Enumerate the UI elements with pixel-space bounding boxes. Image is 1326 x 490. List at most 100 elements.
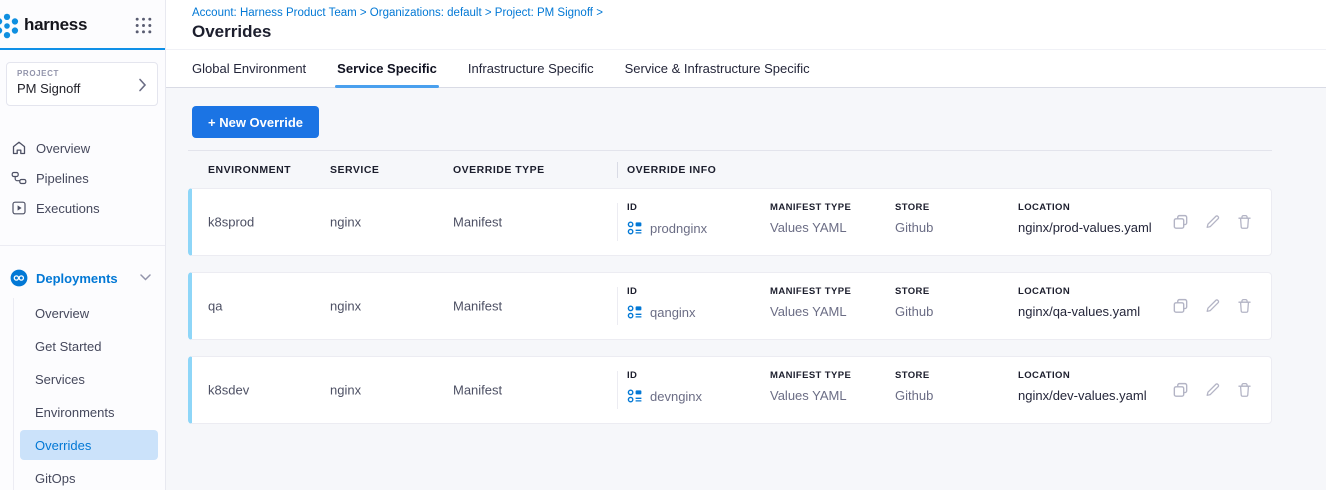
table-row[interactable]: qa nginx Manifest ID qanginx: [188, 272, 1272, 340]
tab-infrastructure-specific[interactable]: Infrastructure Specific: [468, 50, 594, 87]
manifest-type-value: Values YAML: [770, 304, 851, 319]
manifest-type-value: Values YAML: [770, 388, 851, 403]
sidebar-item-label: Deployments: [36, 271, 118, 286]
brand-name: harness: [24, 15, 87, 35]
sidebar-item-overview[interactable]: Overview: [0, 133, 165, 163]
chevron-right-icon: [138, 78, 147, 92]
deployments-icon: [10, 269, 28, 287]
service-value: nginx: [330, 383, 361, 398]
table-row[interactable]: k8sprod nginx Manifest ID prodnginx: [188, 188, 1272, 256]
sidebar-subitem-services[interactable]: Services: [20, 364, 158, 394]
service-value: nginx: [330, 215, 361, 230]
location-value: nginx/qa-values.yaml: [1018, 304, 1140, 319]
column-header-override-info: OVERRIDE INFO: [627, 164, 716, 176]
harness-logo-icon: [0, 12, 21, 40]
store-group: STORE Github: [895, 286, 933, 319]
location-group: LOCATION nginx/dev-values.yaml: [1018, 370, 1147, 403]
sidebar-subitem-label: Environments: [35, 405, 114, 420]
override-type-value: Manifest: [453, 299, 502, 314]
sidebar-subitem-overrides[interactable]: Overrides: [20, 430, 158, 460]
sidebar-header: harness: [0, 0, 165, 50]
manifest-type-group: MANIFEST TYPE Values YAML: [770, 202, 851, 235]
project-selector[interactable]: PROJECT PM Signoff: [6, 62, 158, 106]
manifest-type-value: Values YAML: [770, 220, 851, 235]
tab-global-environment[interactable]: Global Environment: [192, 50, 306, 87]
service-value: nginx: [330, 299, 361, 314]
edit-icon[interactable]: [1204, 298, 1221, 315]
sidebar-subitem-label: Get Started: [35, 339, 101, 354]
sidebar-item-label: Overview: [36, 141, 90, 156]
override-type-value: Manifest: [453, 215, 502, 230]
new-override-button[interactable]: + New Override: [192, 106, 319, 138]
environment-value: qa: [208, 299, 222, 314]
edit-icon[interactable]: [1204, 214, 1221, 231]
manifest-type-group: MANIFEST TYPE Values YAML: [770, 286, 851, 319]
sidebar-item-label: Pipelines: [36, 171, 89, 186]
sidebar-subitem-label: Overrides: [35, 438, 91, 453]
location-value: nginx/prod-values.yaml: [1018, 220, 1152, 235]
store-value: Github: [895, 304, 933, 319]
store-value: Github: [895, 220, 933, 235]
id-value: qanginx: [650, 305, 696, 320]
tab-bar: Global Environment Service Specific Infr…: [166, 50, 1326, 88]
clone-icon[interactable]: [1172, 214, 1189, 231]
id-group: ID prodnginx: [627, 202, 707, 236]
content-divider: [188, 150, 1272, 151]
column-header-override-type: OVERRIDE TYPE: [453, 164, 545, 176]
home-icon: [11, 140, 27, 156]
sidebar-subitem-label: Services: [35, 372, 85, 387]
id-icon: [627, 304, 643, 320]
sidebar-item-label: Executions: [36, 201, 100, 216]
table-row[interactable]: k8sdev nginx Manifest ID devnginx: [188, 356, 1272, 424]
project-name: PM Signoff: [17, 81, 147, 96]
manifest-type-group: MANIFEST TYPE Values YAML: [770, 370, 851, 403]
submenu-guide-line: [13, 298, 14, 490]
override-type-value: Manifest: [453, 383, 502, 398]
id-icon: [627, 388, 643, 404]
chevron-down-icon: [140, 274, 151, 281]
id-value: prodnginx: [650, 221, 707, 236]
column-separator: [617, 162, 618, 178]
page-header: Account: Harness Product Team > Organiza…: [166, 0, 1326, 50]
edit-icon[interactable]: [1204, 382, 1221, 399]
sidebar-item-deployments[interactable]: Deployments: [0, 263, 165, 293]
tab-service-and-infrastructure-specific[interactable]: Service & Infrastructure Specific: [625, 50, 810, 87]
clone-icon[interactable]: [1172, 298, 1189, 315]
delete-icon[interactable]: [1236, 382, 1253, 399]
sidebar-item-pipelines[interactable]: Pipelines: [0, 163, 165, 193]
breadcrumb[interactable]: Account: Harness Product Team > Organiza…: [192, 7, 603, 19]
sidebar-subitem-gitops[interactable]: GitOps: [20, 463, 158, 490]
store-value: Github: [895, 388, 933, 403]
delete-icon[interactable]: [1236, 214, 1253, 231]
table-header: ENVIRONMENT SERVICE OVERRIDE TYPE OVERRI…: [188, 158, 1272, 184]
sidebar-item-executions[interactable]: Executions: [0, 193, 165, 223]
delete-icon[interactable]: [1236, 298, 1253, 315]
sidebar-divider: [0, 245, 165, 246]
page-title: Overrides: [192, 22, 271, 42]
sidebar-subitem-get-started[interactable]: Get Started: [20, 331, 158, 361]
main-content: Account: Harness Product Team > Organiza…: [166, 0, 1326, 490]
column-header-environment: ENVIRONMENT: [208, 164, 291, 176]
environment-value: k8sdev: [208, 383, 249, 398]
store-group: STORE Github: [895, 370, 933, 403]
row-separator: [617, 287, 618, 325]
location-group: LOCATION nginx/prod-values.yaml: [1018, 202, 1152, 235]
id-icon: [627, 220, 643, 236]
id-value: devnginx: [650, 389, 702, 404]
app-window: harness PROJECT PM Signoff Overview: [0, 0, 1326, 490]
environment-value: k8sprod: [208, 215, 254, 230]
executions-icon: [11, 200, 27, 216]
tab-service-specific[interactable]: Service Specific: [337, 50, 437, 87]
sidebar-subitem-label: Overview: [35, 306, 89, 321]
location-value: nginx/dev-values.yaml: [1018, 388, 1147, 403]
row-separator: [617, 203, 618, 241]
id-group: ID qanginx: [627, 286, 696, 320]
clone-icon[interactable]: [1172, 382, 1189, 399]
module-grid-icon[interactable]: [134, 16, 153, 35]
row-actions: [1172, 382, 1253, 399]
sidebar: harness PROJECT PM Signoff Overview: [0, 0, 166, 490]
sidebar-subitem-overview[interactable]: Overview: [20, 298, 158, 328]
pipelines-icon: [11, 170, 27, 186]
sidebar-subitem-environments[interactable]: Environments: [20, 397, 158, 427]
row-actions: [1172, 214, 1253, 231]
